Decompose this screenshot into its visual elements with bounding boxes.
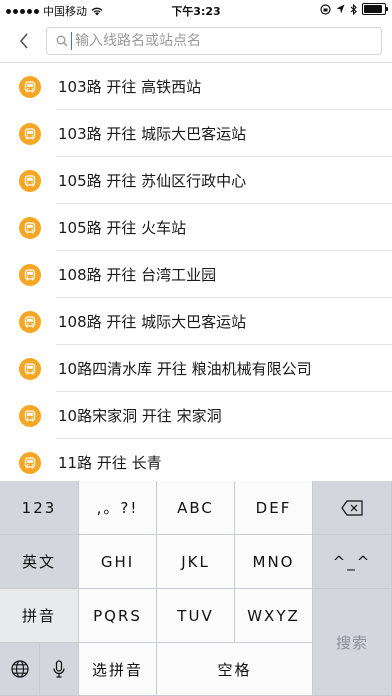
key-wxyz[interactable]: WXYZ [235, 589, 313, 643]
key-label: ABC [177, 498, 214, 517]
battery-icon [362, 3, 388, 15]
key-label: MNO [252, 552, 295, 571]
bus-icon [19, 404, 41, 427]
key-english[interactable]: 英文 [0, 535, 79, 589]
status-right [320, 3, 388, 15]
key-label: TUV [177, 606, 214, 625]
microphone-icon [53, 660, 65, 678]
chevron-left-icon [19, 33, 28, 49]
list-item[interactable]: 108路 开往 台湾工业园 [0, 251, 392, 298]
route-label: 108路 开往 城际大巴客运站 [58, 313, 247, 331]
key-pqrs[interactable]: PQRS [79, 589, 157, 643]
key-tuv[interactable]: TUV [157, 589, 235, 643]
key-label: 空格 [217, 660, 252, 679]
bus-icon [19, 122, 41, 145]
key-label: 选拼音 [91, 660, 143, 679]
key-label: JKL [181, 552, 210, 571]
list-item[interactable]: 11路 开往 长青 [0, 439, 392, 481]
search-input[interactable] [73, 28, 381, 54]
bus-icon [19, 263, 41, 286]
route-label: 103路 开往 城际大巴客运站 [58, 125, 247, 143]
key-label: WXYZ [247, 606, 300, 625]
list-item[interactable]: 105路 开往 火车站 [0, 204, 392, 251]
key-emoticon[interactable]: ^_^ [313, 535, 392, 589]
key-delete[interactable] [313, 481, 392, 535]
route-label: 11路 开往 长青 [58, 454, 162, 472]
bus-icon [19, 310, 41, 333]
orientation-lock-icon [320, 3, 331, 15]
battery-level [364, 5, 383, 13]
list-item[interactable]: 103路 开往 高铁西站 [0, 63, 392, 110]
key-label: 123 [21, 498, 57, 517]
key-ghi[interactable]: GHI [79, 535, 157, 589]
key-pinyin[interactable]: 拼音 [0, 589, 79, 643]
key-label: DEF [255, 498, 292, 517]
key-label: 搜索 [335, 633, 368, 652]
route-label: 105路 开往 苏仙区行政中心 [58, 172, 247, 190]
key-punctuation[interactable]: ,。?! [79, 481, 157, 535]
search-icon [55, 34, 69, 48]
list-item[interactable]: 103路 开往 城际大巴客运站 [0, 110, 392, 157]
key-space[interactable]: 空格 [157, 643, 313, 696]
route-label: 103路 开往 高铁西站 [58, 78, 202, 96]
search-header [0, 20, 392, 63]
list-item[interactable]: 10路四清水库 开往 粮油机械有限公司 [0, 345, 392, 392]
key-select-pinyin[interactable]: 选拼音 [79, 643, 157, 696]
globe-icon [10, 660, 29, 678]
route-label: 105路 开往 火车站 [58, 219, 187, 237]
key-jkl[interactable]: JKL [157, 535, 235, 589]
bus-icon [19, 216, 41, 239]
key-globe[interactable] [0, 643, 40, 696]
search-box[interactable] [46, 27, 382, 55]
key-search[interactable]: 搜索 [313, 589, 392, 696]
bus-icon [19, 169, 41, 192]
list-item[interactable]: 10路宋家洞 开往 宋家洞 [0, 392, 392, 439]
key-label: PQRS [93, 606, 142, 625]
list-item[interactable]: 105路 开往 苏仙区行政中心 [0, 157, 392, 204]
back-button[interactable] [12, 26, 36, 56]
key-123[interactable]: 123 [0, 481, 79, 535]
key-label: ,。?! [96, 499, 139, 517]
bluetooth-icon [350, 3, 357, 15]
key-label: 英文 [21, 553, 56, 571]
bus-icon [19, 451, 41, 474]
text-caret [71, 32, 72, 50]
key-label: GHI [100, 552, 135, 571]
bus-icon [19, 357, 41, 380]
key-label: ^_^ [332, 552, 372, 571]
location-icon [336, 4, 345, 14]
route-results-list: 103路 开往 高铁西站 103路 开往 城际大巴客运站 105路 开往 苏仙区行政… [0, 63, 392, 481]
key-label: 拼音 [21, 607, 56, 625]
route-label: 10路四清水库 开往 粮油机械有限公司 [58, 360, 312, 378]
backspace-icon [341, 499, 363, 516]
route-label: 10路宋家洞 开往 宋家洞 [58, 407, 222, 425]
key-mno[interactable]: MNO [235, 535, 313, 589]
list-item[interactable]: 108路 开往 城际大巴客运站 [0, 298, 392, 345]
key-def[interactable]: DEF [235, 481, 313, 535]
key-microphone[interactable] [40, 643, 79, 696]
status-bar: 中国移动 下午3:23 [0, 0, 392, 20]
route-label: 108路 开往 台湾工业园 [58, 266, 217, 284]
pinyin-keyboard: 123 ,。?! ABC DEF 英文 GHI JKL MNO ^_^ 拼音 P… [0, 481, 392, 696]
bus-icon [19, 75, 41, 98]
key-abc[interactable]: ABC [157, 481, 235, 535]
